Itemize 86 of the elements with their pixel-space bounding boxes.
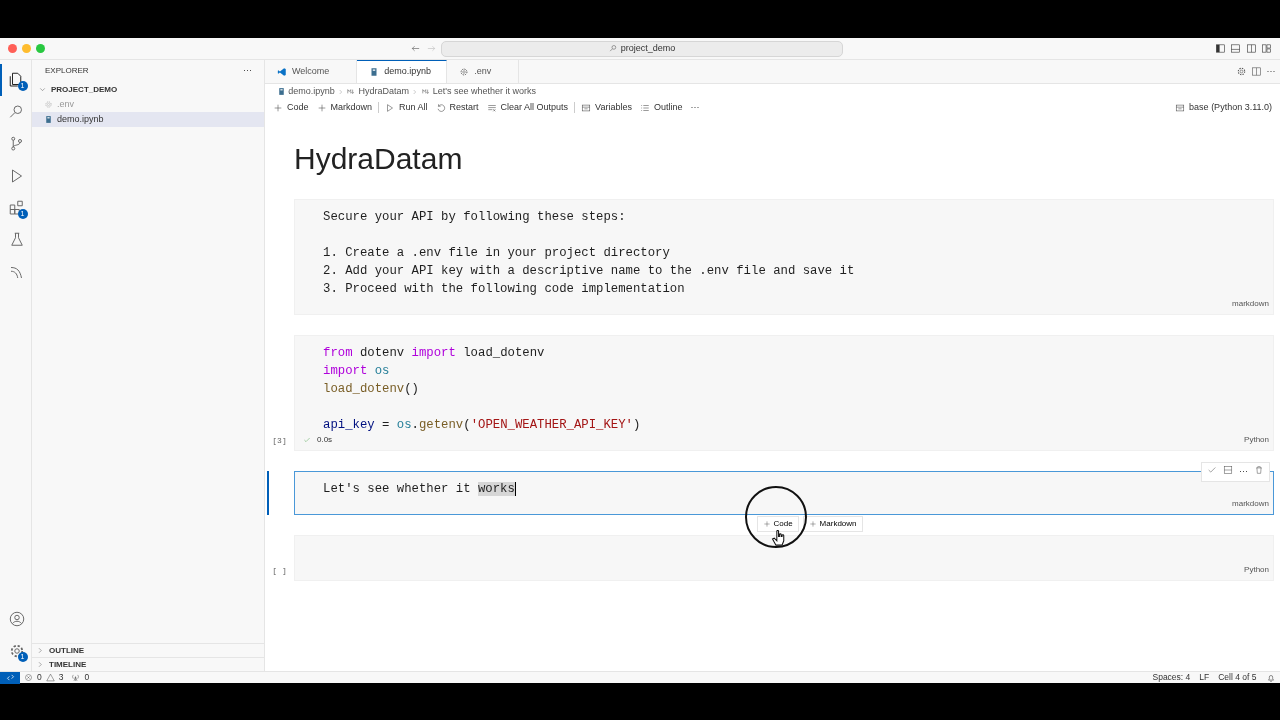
table-icon [581,102,592,113]
toolbar-button[interactable]: Markdown [312,100,377,115]
cell-language[interactable]: markdown [1232,498,1269,510]
antenna-icon [71,673,81,682]
text-line: 1. Create a .env file in your project directory [323,245,671,262]
execution-count: [3] [272,435,287,447]
logo-icon [277,66,287,77]
plus-icon [273,102,283,113]
check-icon[interactable] [1207,465,1217,475]
gear-icon[interactable] [1235,66,1247,77]
panel-layout-icon[interactable] [1230,43,1241,54]
breadcrumb-item[interactable]: HydraDatam [347,84,410,99]
split-icon[interactable] [1223,465,1233,475]
kernel-picker[interactable]: base (Python 3.11.0) [1171,100,1276,115]
split-layout-icon[interactable] [1245,43,1257,54]
breadcrumb-item[interactable]: demo.ipynb [277,84,335,99]
error-icon [24,673,33,682]
file-item[interactable]: demo.ipynb [32,112,264,127]
plus-icon [316,102,327,113]
ports-indicator[interactable]: 0 [67,671,94,684]
text-line: 2. Add your API key with a descriptive name to the .env file and save it [323,263,856,280]
status-item[interactable]: Cell 4 of 5 [1218,671,1257,684]
execution-time: 0.0s [317,434,333,446]
cell-language[interactable]: markdown [1232,298,1269,310]
more-button[interactable]: ··· [1266,64,1276,79]
execution-count: [ ] [272,565,287,577]
insert-cell-button[interactable]: Code [756,516,799,532]
toolbar-button[interactable]: Variables [577,100,636,115]
play-icon [385,102,396,113]
command-center[interactable]: project_demo [441,40,843,57]
problems-indicator[interactable]: 0 3 [20,671,68,684]
plus-icon [762,520,771,528]
text-line: 3. Proceed with the following code implementation [323,281,686,298]
notebook-cell[interactable]: from dotenv import load_dotenv import os load_dotenv() api_key = os.getenv('OPEN_WEATHER_API_KEY') 0.0s Python [294,335,1274,451]
trash-icon[interactable] [1254,465,1264,475]
bell-icon[interactable] [1265,672,1276,683]
grid-layout-icon[interactable] [1261,43,1272,54]
blocks-icon[interactable] [7,199,26,217]
kernel-icon [1175,102,1186,113]
folder-item[interactable]: PROJECT_DEMO [32,82,264,97]
code-line: load_dotenv() [323,381,420,398]
clear-icon [486,102,497,113]
notebook-cell[interactable]: Python [294,535,1274,581]
insert-cell-button[interactable]: Markdown [802,516,863,532]
code-line: from dotenv import load_dotenv [323,345,546,362]
notebook-icon [369,67,380,77]
search-icon [608,44,618,53]
check-icon [303,436,311,444]
markdown-icon [347,87,357,96]
remote-icon[interactable] [5,673,15,682]
cell-language[interactable]: Python [1244,564,1269,576]
section-header[interactable]: OUTLINE [32,643,264,657]
breadcrumb-item[interactable]: Let's see whether it works [421,84,537,99]
toolbar-button[interactable]: Clear All Outputs [482,100,573,115]
toolbar-button[interactable]: Restart [431,100,483,115]
text-line: Let's see whether it works [323,481,517,498]
toolbar-button[interactable]: Code [269,100,313,115]
notebook-icon [277,87,286,96]
notebook-icon [44,115,53,124]
code-line: api_key = os.getenv('OPEN_WEATHER_API_KEY') [323,417,642,434]
markdown-icon [421,87,431,96]
editor-tab[interactable]: demo.ipynb [357,60,448,83]
list-icon [639,102,650,113]
sidebar-title: EXPLORER [45,65,89,77]
warning-icon [45,673,55,682]
more-button[interactable]: ··· [243,64,252,78]
text-line: Secure your API by following these steps: [323,209,627,226]
gear-icon [44,100,53,109]
chevron-icon [38,85,47,94]
toolbar-button[interactable]: Run All [381,100,432,115]
cell-language[interactable]: Python [1244,434,1269,446]
restart-icon [435,102,446,113]
code-line: import os [323,363,391,380]
toolbar-button[interactable]: Outline [635,100,687,115]
status-item[interactable]: LF [1199,671,1210,684]
account-icon[interactable] [7,610,26,628]
hand-pointer-icon [770,530,787,546]
gear-icon [459,66,470,77]
window-title: project_demo [620,41,676,55]
back-icon[interactable] [410,43,421,54]
sidebar-layout-icon[interactable] [1214,43,1226,54]
notebook-heading: HydraDatam [294,141,464,177]
status-item[interactable]: Spaces: 4 [1152,671,1191,684]
plus-icon [808,520,817,528]
more-button[interactable]: ··· [686,100,704,115]
split-layout-icon[interactable] [1251,66,1262,77]
